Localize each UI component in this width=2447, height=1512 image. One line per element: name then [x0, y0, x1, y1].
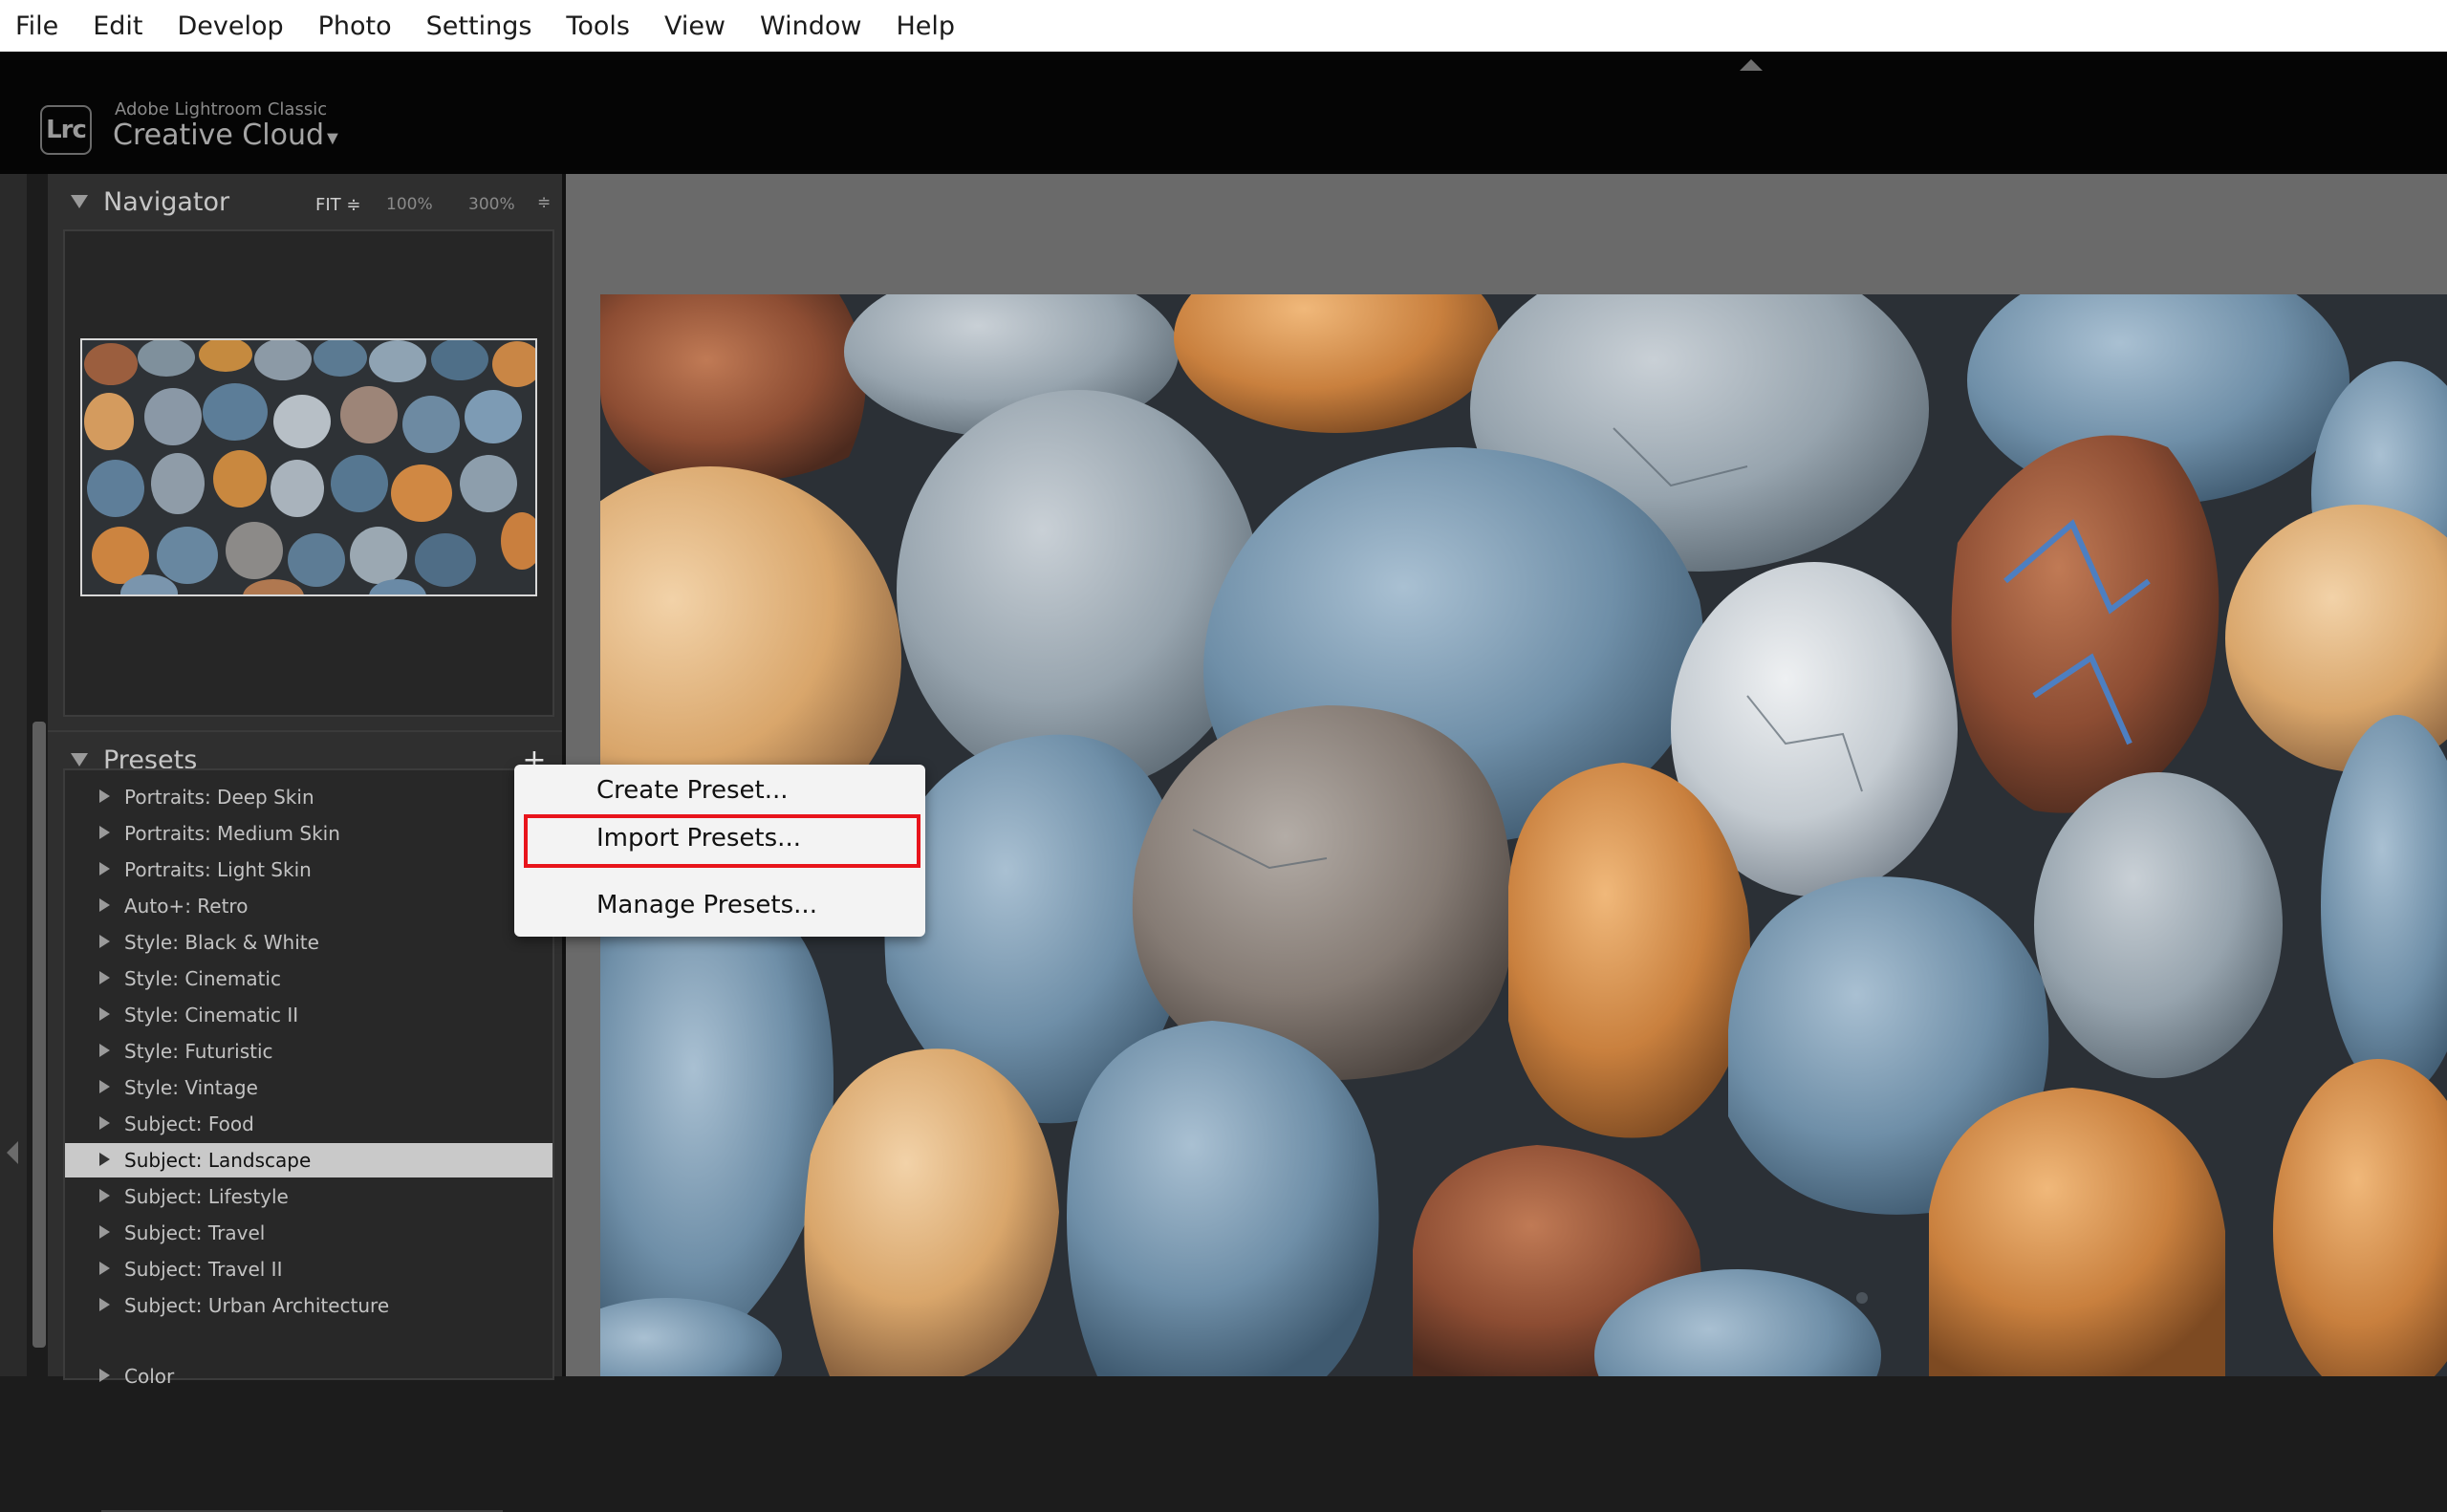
menu-view[interactable]: View	[664, 11, 725, 41]
triangle-right-icon[interactable]	[99, 1298, 110, 1311]
triangle-right-icon[interactable]	[99, 1044, 110, 1057]
preset-group-label: Style: Futuristic	[124, 1040, 273, 1063]
preset-group-row[interactable]: Subject: Lifestyle	[65, 1179, 552, 1214]
preset-group-row[interactable]: Subject: Food	[65, 1107, 552, 1141]
triangle-right-icon[interactable]	[99, 789, 110, 803]
app-name: Adobe Lightroom Classic	[115, 99, 328, 119]
preset-group-label: Portraits: Medium Skin	[124, 822, 340, 845]
preset-group-label: Portraits: Light Skin	[124, 858, 312, 881]
navigator-title: Navigator	[103, 187, 230, 217]
zoom-300-button[interactable]: 300%	[468, 195, 515, 214]
left-panel-edge	[0, 174, 27, 1376]
preset-group-label: Subject: Landscape	[124, 1149, 312, 1172]
triangle-down-icon[interactable]	[71, 195, 88, 208]
triangle-right-icon[interactable]	[99, 1080, 110, 1093]
navigator-thumbnail[interactable]	[80, 338, 537, 596]
triangle-right-icon[interactable]	[99, 862, 110, 875]
preset-group-label: Style: Vintage	[124, 1076, 258, 1099]
preset-group-row[interactable]: Style: Black & White	[65, 925, 552, 960]
manage-presets-menu-item[interactable]: Manage Presets...	[596, 891, 817, 919]
navigator-header[interactable]: Navigator FIT ≑ 100% 300% ≑	[48, 174, 564, 231]
menu-tools[interactable]: Tools	[566, 11, 630, 41]
triangle-right-icon[interactable]	[99, 1262, 110, 1275]
preset-group-row[interactable]: Style: Cinematic	[65, 961, 552, 996]
menu-help[interactable]: Help	[896, 11, 955, 41]
triangle-right-icon[interactable]	[99, 935, 110, 948]
left-panel-toggle-icon[interactable]	[7, 1141, 18, 1164]
identity-plate-name[interactable]: Creative Cloud	[113, 119, 324, 152]
lightroom-classic-logo-icon: Lrc	[40, 105, 92, 155]
triangle-right-icon[interactable]	[99, 1153, 110, 1166]
preset-group-label: Subject: Travel	[124, 1221, 266, 1244]
zoom-stepper-icon[interactable]: ≑	[537, 193, 551, 212]
preset-group-row[interactable]: Subject: Travel II	[65, 1252, 552, 1286]
preset-group-row[interactable]: Style: Futuristic	[65, 1034, 552, 1069]
preset-group-row[interactable]: Portraits: Deep Skin	[65, 780, 552, 814]
menu-settings[interactable]: Settings	[426, 11, 532, 41]
identity-dropdown-icon[interactable]: ▼	[323, 128, 342, 150]
preset-group-row[interactable]: Portraits: Light Skin	[65, 853, 552, 887]
preset-group-label: Subject: Travel II	[124, 1258, 283, 1281]
preset-group-label: Color	[124, 1365, 175, 1388]
triangle-right-icon[interactable]	[99, 1369, 110, 1382]
left-panel-scrollbar[interactable]	[32, 722, 46, 1348]
preset-group-row[interactable]: Auto+: Retro	[65, 889, 552, 923]
identity-plate-bar: Lrc Adobe Lightroom Classic Creative Clo…	[0, 52, 2447, 174]
menu-file[interactable]: File	[15, 11, 58, 41]
preset-list: Portraits: Deep Skin Portraits: Medium S…	[63, 768, 554, 1388]
preset-context-menu: Create Preset... Import Presets... Manag…	[514, 765, 925, 937]
triangle-right-icon[interactable]	[99, 1116, 110, 1130]
preset-group-row[interactable]: Style: Cinematic II	[65, 998, 552, 1032]
triangle-right-icon[interactable]	[99, 971, 110, 984]
zoom-fit-button[interactable]: FIT ≑	[315, 195, 360, 215]
top-panel-toggle-icon[interactable]	[1740, 59, 1763, 71]
preset-group-label: Style: Black & White	[124, 931, 319, 954]
preset-group-row[interactable]: Subject: Travel	[65, 1216, 552, 1250]
menu-edit[interactable]: Edit	[93, 11, 142, 41]
menu-bar: File Edit Develop Photo Settings Tools V…	[0, 0, 2447, 52]
menu-window[interactable]: Window	[760, 11, 861, 41]
triangle-right-icon[interactable]	[99, 1189, 110, 1202]
triangle-right-icon[interactable]	[99, 826, 110, 839]
triangle-right-icon[interactable]	[99, 1007, 110, 1021]
import-presets-menu-item[interactable]: Import Presets...	[596, 824, 801, 853]
preset-group-label: Portraits: Deep Skin	[124, 786, 314, 809]
preset-group-row[interactable]: Color	[65, 1359, 552, 1393]
preset-group-label: Subject: Urban Architecture	[124, 1294, 390, 1317]
preset-group-label: Auto+: Retro	[124, 895, 249, 918]
preset-group-label: Style: Cinematic	[124, 967, 281, 990]
preset-group-label: Subject: Lifestyle	[124, 1185, 289, 1208]
create-preset-menu-item[interactable]: Create Preset...	[596, 776, 789, 805]
menu-develop[interactable]: Develop	[177, 11, 283, 41]
preset-group-row[interactable]: Style: Vintage	[65, 1070, 552, 1105]
preset-group-label: Style: Cinematic II	[124, 1004, 299, 1026]
zoom-100-button[interactable]: 100%	[386, 195, 433, 214]
preset-group-row[interactable]: Portraits: Medium Skin	[65, 816, 552, 851]
left-panel: Navigator FIT ≑ 100% 300% ≑ Presets + Po…	[48, 174, 564, 1512]
preset-group-label: Subject: Food	[124, 1112, 254, 1135]
navigator-preview[interactable]	[63, 229, 554, 717]
triangle-right-icon[interactable]	[99, 1225, 110, 1239]
preset-group-row[interactable]: Subject: Urban Architecture	[65, 1288, 552, 1323]
menu-photo[interactable]: Photo	[318, 11, 392, 41]
triangle-right-icon[interactable]	[99, 898, 110, 912]
preset-group-row-selected[interactable]: Subject: Landscape	[65, 1143, 552, 1177]
triangle-down-icon[interactable]	[71, 753, 88, 767]
